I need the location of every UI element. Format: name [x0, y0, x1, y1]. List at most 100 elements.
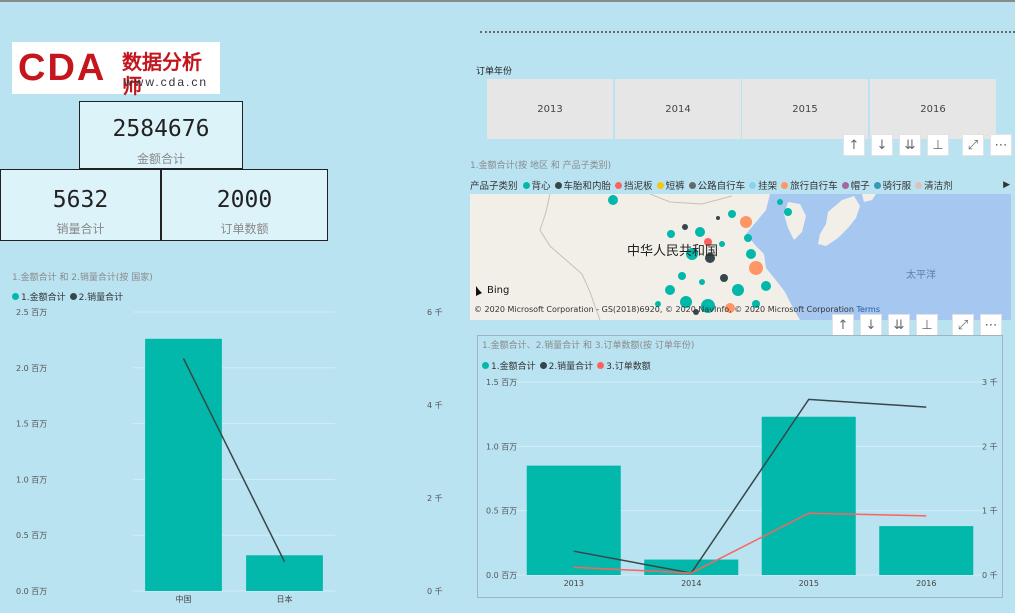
- map-canvas[interactable]: 中华人民共和国 太平洋 Bing © 2020 Microsoft Corpor…: [470, 194, 1011, 320]
- legend-dot: [69, 293, 77, 300]
- legend-dot: [482, 362, 489, 369]
- y-left-tick-label: 2.5 百万: [16, 308, 47, 317]
- y-right-tick-label: 6 千: [427, 307, 443, 317]
- map-ocean-label: 太平洋: [906, 270, 936, 281]
- expand-hierarchy-icon[interactable]: ⊥: [927, 134, 949, 156]
- kpi-value: 2584676: [112, 116, 210, 142]
- y-right-tick-label: 2 千: [427, 493, 443, 503]
- chart2-svg[interactable]: 0.0 百万 0.5 百万 1.0 百万 1.5 百万 0 千 1 千 2 千 3 千 2013…: [470, 370, 1015, 595]
- legend-dot: [597, 362, 605, 369]
- x-tick-label: 2014: [681, 579, 701, 588]
- legend-dot: [915, 181, 923, 189]
- y-right-tick-label: 2 千: [982, 441, 998, 451]
- map-legend-item[interactable]: 公路自行车: [688, 178, 746, 192]
- x-tick-label: 2015: [799, 579, 819, 588]
- legend-dot: [656, 181, 664, 189]
- y-left-tick-label: 2.0 百万: [16, 364, 47, 373]
- legend-dot: [554, 181, 562, 189]
- map-legend-label: 清洁剂: [924, 181, 953, 192]
- map-legend-item[interactable]: 挡泥板: [615, 178, 653, 192]
- map-terms-link[interactable]: Terms: [856, 305, 880, 314]
- map-legend-item[interactable]: 车胎和内胎: [554, 178, 612, 192]
- x-tick-label: 中国: [176, 594, 192, 604]
- map-legend-item[interactable]: 短裤: [656, 178, 685, 192]
- map-legend-label: 骑行服: [882, 181, 912, 192]
- y-left-tick-label: 1.0 百万: [486, 442, 517, 451]
- slicer-option-2016[interactable]: 2016: [870, 79, 996, 139]
- arrow-up-icon[interactable]: ↑: [843, 134, 865, 156]
- slicer-option-2013[interactable]: 2013: [487, 79, 613, 139]
- slicer-title: 订单年份: [476, 67, 513, 77]
- bar[interactable]: [761, 416, 856, 575]
- bing-logo: Bing: [487, 285, 510, 296]
- series-line[interactable]: [573, 398, 927, 574]
- expand-hierarchy-icon[interactable]: ⊥: [916, 314, 938, 336]
- y-right-tick-label: 0 千: [982, 570, 998, 580]
- legend-dot: [688, 181, 696, 189]
- map-legend-item[interactable]: 清洁剂: [915, 178, 953, 192]
- double-arrow-down-icon[interactable]: ⇊: [899, 134, 921, 156]
- map-legend: 产品子类别 背心 车胎和内胎 挡泥板 短裤 公路自行车 挂架 旅行自行车 帽子 骑行服 清洁剂 ▶: [470, 178, 1010, 192]
- map-legend-item[interactable]: 挂架: [749, 178, 777, 192]
- arrow-up-icon[interactable]: ↑: [832, 314, 854, 336]
- legend-dot: [781, 181, 789, 189]
- slicer-option-2015[interactable]: 2015: [742, 79, 868, 139]
- more-options-icon[interactable]: ⋯: [990, 134, 1012, 156]
- y-left-tick-label: 0.5 百万: [486, 507, 517, 516]
- legend-dot: [873, 181, 881, 189]
- map-country-label: 中华人民共和国: [627, 244, 719, 259]
- legend-dot: [615, 181, 623, 189]
- cda-logo: CDA 数据分析师 www.cda.cn: [12, 42, 220, 98]
- bar[interactable]: [879, 526, 974, 575]
- kpi-card-orders[interactable]: 2000 订单数额: [161, 169, 328, 241]
- chart2-title: 1.金额合计、2.销量合计 和 3.订单数额(按 订单年份): [482, 341, 695, 351]
- map-legend-item[interactable]: 背心: [522, 178, 551, 192]
- kpi-label: 金额合计: [136, 152, 185, 166]
- y-left-tick-label: 0.5 百万: [16, 531, 47, 540]
- top-border: [0, 0, 1015, 2]
- x-tick-label: 日本: [277, 594, 293, 604]
- slicer-option-2014[interactable]: 2014: [615, 79, 741, 139]
- map-legend-label: 旅行自行车: [790, 181, 838, 192]
- legend-dot: [12, 293, 19, 300]
- logo-chinese-text: 数据分析师: [122, 50, 202, 98]
- legend-dot: [749, 181, 757, 189]
- bar[interactable]: [145, 338, 222, 591]
- arrow-down-icon[interactable]: ↓: [871, 134, 893, 156]
- y-left-tick-label: 0.0 百万: [16, 587, 47, 596]
- arrow-down-icon[interactable]: ↓: [860, 314, 882, 336]
- legend-dot: [539, 362, 547, 369]
- logo-text: CDA: [18, 47, 107, 89]
- chart1-svg[interactable]: 0.0 百万 0.5 百万 1.0 百万 1.5 百万 2.0 百万 2.5 百万 0 千 2…: [0, 300, 460, 605]
- focus-mode-icon[interactable]: ⤢: [952, 314, 974, 336]
- map-legend-item[interactable]: 骑行服: [873, 178, 912, 192]
- map-title: 1.金额合计(按 地区 和 产品子类别): [470, 161, 612, 171]
- more-options-icon[interactable]: ⋯: [980, 314, 1002, 336]
- map-legend-title: 产品子类别: [470, 181, 518, 192]
- map-legend-label: 挡泥板: [624, 181, 653, 192]
- map-legend-label: 挂架: [758, 181, 778, 192]
- series-line[interactable]: [573, 512, 927, 574]
- kpi-label: 订单数额: [220, 222, 269, 236]
- map-copyright: © 2020 Microsoft Corporation - GS(2018)6…: [474, 305, 881, 314]
- x-tick-label: 2013: [564, 579, 584, 588]
- map-legend-label: 车胎和内胎: [563, 181, 612, 192]
- map-legend-item[interactable]: 帽子: [841, 178, 870, 192]
- map-legend-label: 公路自行车: [697, 181, 746, 192]
- map-legend-label: 短裤: [665, 181, 685, 192]
- map-svg: [470, 194, 1011, 320]
- kpi-value: 2000: [216, 187, 273, 213]
- map-legend-label: 背心: [531, 181, 551, 192]
- map-legend-item[interactable]: 旅行自行车: [781, 178, 838, 192]
- focus-mode-icon[interactable]: ⤢: [962, 134, 984, 156]
- chart1-title: 1.金额合计 和 2.销量合计(按 国家): [12, 273, 153, 283]
- kpi-card-quantity[interactable]: 5632 销量合计: [0, 169, 161, 241]
- legend-dot: [841, 181, 849, 189]
- kpi-card-amount[interactable]: 2584676 金额合计: [79, 101, 243, 169]
- y-left-tick-label: 1.5 百万: [486, 378, 517, 387]
- map-legend-label: 帽子: [850, 181, 870, 192]
- double-arrow-down-icon[interactable]: ⇊: [888, 314, 910, 336]
- y-left-tick-label: 1.0 百万: [16, 475, 47, 484]
- bar[interactable]: [526, 465, 621, 575]
- legend-next-icon[interactable]: ▶: [1003, 180, 1010, 190]
